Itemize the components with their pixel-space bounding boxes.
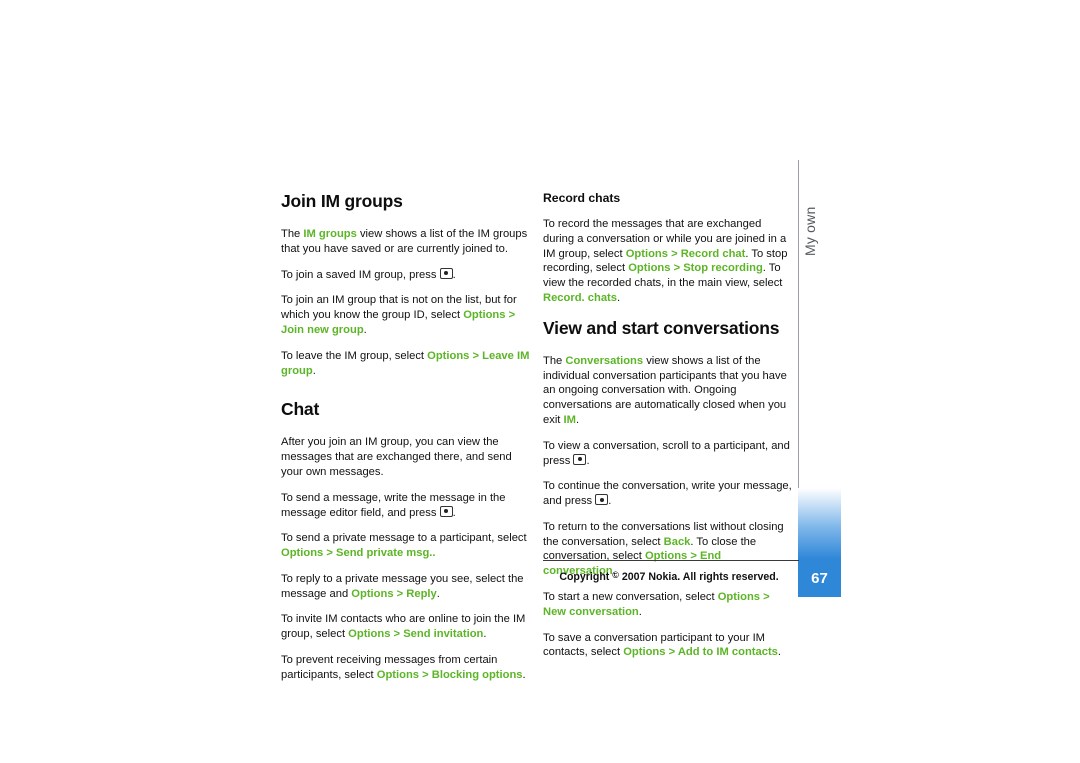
ui-term: New conversation — [543, 605, 639, 618]
text: . — [586, 454, 590, 467]
paragraph-leave-group: To leave the IM group, select Options > … — [281, 349, 531, 379]
page-number-badge: 67 — [798, 559, 841, 597]
ui-term: Back — [663, 535, 691, 548]
ui-term: Add to IM contacts — [677, 646, 778, 659]
ui-sep: > — [505, 309, 516, 322]
ui-term: Options — [717, 591, 760, 604]
ui-term: IM — [563, 414, 576, 426]
text: . — [363, 324, 367, 336]
text: To send a message, write the message in … — [281, 491, 506, 519]
paragraph-join-new-group: To join an IM group that is not on the l… — [281, 293, 531, 337]
text: . — [617, 292, 621, 304]
paragraph-chat-intro: After you join an IM group, you can view… — [281, 436, 512, 478]
ui-sep: > — [323, 547, 337, 560]
text: . — [638, 605, 642, 618]
paragraph-conversations-view: The Conversations view shows a list of t… — [543, 354, 793, 428]
paragraph-add-to-im-contacts: To save a conversation participant to yo… — [543, 631, 793, 661]
paragraph-reply-private-message: To reply to a private message you see, s… — [281, 572, 531, 602]
text: Copyright — [559, 571, 613, 583]
paragraph-blocking-options: To prevent receiving messages from certa… — [281, 653, 531, 683]
footer-divider — [543, 560, 799, 561]
ui-term: Send private msg. — [336, 547, 433, 560]
ui-term: Options — [427, 349, 470, 362]
heading-chat: Chat — [281, 399, 320, 420]
side-tab-label: My own — [802, 206, 818, 256]
ui-term: Options — [463, 309, 506, 322]
ui-term: Options — [623, 646, 666, 659]
paragraph-record-chats: To record the messages that are exchange… — [543, 217, 793, 306]
ui-term: Blocking options — [431, 668, 523, 681]
ui-sep: > — [419, 668, 432, 681]
manual-page: My own 67 Join IM groups The IM groups v… — [0, 0, 1080, 763]
right-column: Record chats To record the messages that… — [543, 190, 793, 671]
text: The — [543, 354, 566, 367]
text: To join a saved IM group, press — [281, 268, 440, 281]
scroll-key-icon — [595, 494, 609, 506]
paragraph-send-message: To send a message, write the message in … — [281, 491, 531, 521]
left-column: Join IM groups The IM groups view shows … — [281, 190, 531, 694]
ui-sep: > — [760, 591, 770, 604]
ui-sep: > — [393, 587, 407, 600]
ui-term: Join new group — [281, 324, 364, 336]
text: 2007 Nokia. All rights reserved. — [618, 571, 779, 583]
paragraph-join-saved-group: To join a saved IM group, press . — [281, 267, 531, 283]
ui-term: Record. chats — [543, 292, 617, 304]
ui-term: Options — [628, 262, 671, 275]
ui-term: Options — [625, 247, 668, 260]
text: . — [522, 668, 526, 681]
ui-sep: > — [667, 247, 681, 260]
ui-sep: > — [469, 349, 483, 362]
ui-term: IM groups — [303, 228, 357, 241]
ui-term: Reply — [406, 587, 437, 600]
paragraph-send-private-message: To send a private message to a participa… — [281, 531, 531, 561]
text: To continue the conversation, write your… — [543, 480, 792, 508]
side-tab-gradient — [798, 488, 841, 559]
copyright-symbol: © — [612, 570, 619, 580]
ui-sep: . — [432, 547, 436, 560]
ui-term: Stop recording — [683, 262, 763, 275]
text: To start a new conversation, select — [543, 591, 718, 604]
text: The — [281, 228, 304, 241]
scroll-key-icon — [573, 453, 587, 465]
ui-sep: > — [390, 628, 404, 641]
text: To send a private message to a participa… — [281, 532, 527, 545]
paragraph-im-groups-view: The IM groups view shows a list of the I… — [281, 227, 531, 257]
ui-term: Options — [348, 628, 391, 641]
text: . — [436, 587, 440, 600]
heading-view-start-conversations: View and start conversations — [543, 317, 780, 338]
paragraph-new-conversation: To start a new conversation, select Opti… — [543, 590, 793, 620]
text: . — [312, 364, 316, 377]
scroll-key-icon — [439, 505, 453, 517]
paragraph-send-invitation: To invite IM contacts who are online to … — [281, 612, 531, 642]
ui-term: Record chat — [680, 247, 746, 260]
heading-record-chats: Record chats — [543, 191, 621, 205]
ui-sep: > — [665, 646, 678, 659]
ui-sep: > — [670, 262, 684, 275]
ui-term: Options — [281, 547, 324, 560]
text: . — [483, 628, 487, 641]
text: . — [452, 268, 456, 281]
footer-copyright: Copyright © 2007 Nokia. All rights reser… — [543, 570, 795, 583]
text: . — [575, 414, 580, 426]
text: To leave the IM group, select — [281, 349, 428, 362]
text: . — [452, 506, 456, 519]
ui-term: Options — [351, 587, 394, 600]
ui-term: Conversations — [565, 354, 644, 367]
paragraph-view-conversation: To view a conversation, scroll to a part… — [543, 439, 793, 469]
ui-term: Send invitation — [403, 628, 484, 641]
paragraph-continue-conversation: To continue the conversation, write your… — [543, 479, 793, 509]
scroll-key-icon — [439, 267, 453, 279]
text: . — [608, 495, 612, 508]
text: . — [777, 646, 782, 659]
ui-term: Options — [376, 668, 420, 681]
heading-join-im-groups: Join IM groups — [281, 191, 403, 211]
